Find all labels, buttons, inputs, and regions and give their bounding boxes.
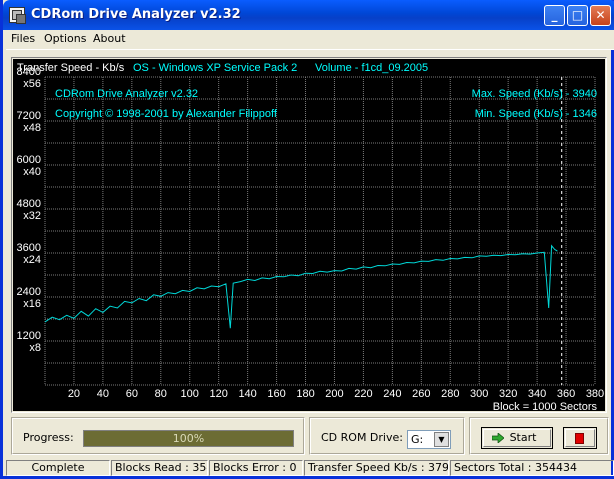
x-tick-label: 100 [181,388,199,400]
progress-group: Progress: 100% [11,417,305,455]
y-tick-label-multiplier: x24 [23,254,41,266]
menu-about-label: About [93,32,126,45]
y-tick-label-kbs: 1200 [17,330,41,342]
transfer-speed-chart: 8400x567200x486000x404800x323600x242400x… [13,59,605,411]
x-tick-label: 380 [586,388,604,400]
drive-select[interactable]: G: ▼ [407,430,451,449]
action-group: Start [469,417,609,455]
x-tick-label: 20 [68,388,80,400]
x-tick-label: 40 [97,388,109,400]
x-tick-label: 160 [267,388,285,400]
stop-icon [575,433,584,444]
chevron-down-icon[interactable]: ▼ [434,432,449,447]
min-speed-label: Min. Speed (Kb/s) - 1346 [475,108,597,120]
menu-files-label: Files [11,32,36,45]
x-tick-label: 60 [126,388,138,400]
maximize-button[interactable]: □ [567,5,588,26]
x-tick-label: 320 [499,388,517,400]
y-tick-label-multiplier: x48 [23,122,41,134]
drive-group: CD ROM Drive: G: ▼ [309,417,465,455]
chart-header-label: Transfer Speed - Kb/s [17,62,125,74]
y-tick-label-kbs: 6000 [17,154,41,166]
y-tick-label-multiplier: x16 [23,298,41,310]
y-tick-label-multiplier: x8 [29,342,41,354]
y-tick-label-kbs: 7200 [17,110,41,122]
info-title: CDRom Drive Analyzer v2.32 [55,88,198,100]
y-tick-label-kbs: 4800 [17,198,41,210]
app-window: CDRom Drive Analyzer v2.32 _ □ ✕ Files O… [0,0,614,479]
menu-files[interactable]: Files [11,32,35,45]
x-tick-label: 220 [354,388,372,400]
start-arrow-icon [492,433,504,443]
control-panel: Progress: 100% CD ROM Drive: G: ▼ Start [11,417,609,457]
x-tick-label: 360 [557,388,575,400]
status-sectors-total: Sectors Total : 354434 [450,460,614,476]
status-bar: Complete Blocks Read : 354 Blocks Error … [6,460,614,476]
x-tick-label: 240 [383,388,401,400]
menu-options[interactable]: Options [44,32,86,45]
x-tick-label: 80 [155,388,167,400]
drive-label: CD ROM Drive: [321,431,403,444]
start-button[interactable]: Start [481,427,553,449]
os-label: OS - Windows XP Service Pack 2 [133,62,297,74]
x-tick-label: 280 [441,388,459,400]
menu-bar: Files Options About [6,30,614,50]
x-tick-label: 300 [470,388,488,400]
progress-bar: 100% [83,430,294,447]
y-tick-label-multiplier: x32 [23,210,41,222]
x-tick-label: 340 [528,388,546,400]
x-tick-label: 120 [210,388,228,400]
x-tick-label: 260 [412,388,430,400]
minimize-button[interactable]: _ [544,5,565,26]
status-blocks-error: Blocks Error : 0 [209,460,303,476]
block-note: Block = 1000 Sectors [493,401,598,411]
volume-label: Volume - f1cd_09.2005 [315,62,428,74]
drive-select-value: G: [411,433,424,446]
menu-about[interactable]: About [93,32,126,45]
y-tick-label-multiplier: x56 [23,78,41,90]
x-tick-label: 180 [296,388,314,400]
progress-text: 100% [172,432,205,445]
x-tick-label: 200 [325,388,343,400]
start-button-label: Start [509,431,537,444]
status-transfer-speed: Transfer Speed Kb/s : 3791 [304,460,449,476]
y-tick-label-kbs: 2400 [17,286,41,298]
progress-label: Progress: [23,431,74,444]
info-copyright: Copyright © 1998-2001 by Alexander Filip… [55,108,278,120]
app-icon[interactable] [9,7,26,24]
x-tick-label: 140 [238,388,256,400]
status-blocks-read: Blocks Read : 354 [111,460,208,476]
stop-button[interactable] [563,427,597,449]
y-tick-label-kbs: 3600 [17,242,41,254]
menu-options-label: Options [44,32,87,45]
close-button[interactable]: ✕ [590,5,611,26]
y-tick-label-multiplier: x40 [23,166,41,178]
title-bar[interactable]: CDRom Drive Analyzer v2.32 _ □ ✕ [3,0,614,30]
chart-frame: 8400 x56 7200 x48 6000 x40 4800 x32 3600 x24 2400 x… [11,57,607,413]
max-speed-label: Max. Speed (Kb/s) - 3940 [472,88,597,100]
status-state: Complete [6,460,110,476]
window-title: CDRom Drive Analyzer v2.32 [31,7,241,22]
